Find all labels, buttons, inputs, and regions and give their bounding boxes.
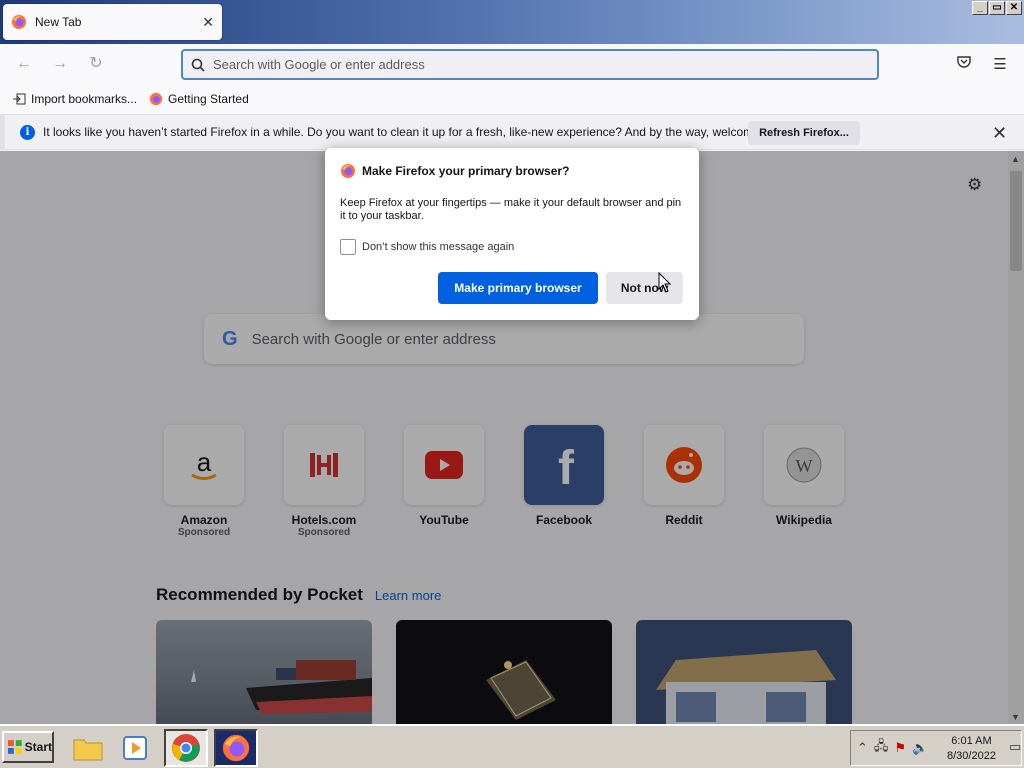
close-window-button[interactable]: ✕	[1006, 1, 1022, 15]
info-icon: i	[20, 125, 35, 140]
back-arrow-icon[interactable]: ←	[13, 54, 35, 76]
notification-message: It looks like you haven’t started Firefo…	[43, 125, 792, 139]
dont-show-checkbox[interactable]	[340, 239, 356, 255]
action-center-icon[interactable]: ⚑	[894, 740, 906, 756]
dialog-buttons: Make primary browser Not now	[438, 272, 683, 304]
make-primary-browser-button[interactable]: Make primary browser	[438, 272, 598, 304]
firefox-icon	[12, 15, 26, 29]
start-button[interactable]: Start	[2, 731, 54, 763]
tab-title: New Tab	[35, 15, 82, 29]
navigation-toolbar: ← → ↻ ☰	[0, 44, 1024, 84]
clock-time: 6:01 AM	[951, 735, 992, 747]
search-icon	[191, 58, 205, 72]
window-controls: _ ▭ ✕	[972, 1, 1022, 15]
dialog-body: Keep Firefox at your fingertips — make i…	[340, 197, 682, 222]
refresh-notification-bar: i It looks like you haven’t started Fire…	[0, 114, 1024, 150]
title-bar: New Tab ✕ _ ▭ ✕	[0, 0, 1024, 44]
minimize-button[interactable]: _	[972, 1, 988, 15]
reload-icon[interactable]: ↻	[85, 54, 107, 76]
bookmarks-toolbar: Import bookmarks... Getting Started	[0, 84, 1024, 114]
windows-logo-icon	[7, 740, 22, 754]
default-browser-dialog: Make Firefox your primary browser? Keep …	[325, 148, 699, 320]
show-hidden-icons-icon[interactable]: ⌃	[857, 740, 868, 756]
network-icon[interactable]: 🖧	[874, 737, 889, 759]
clock[interactable]: 6:01 AM 8/30/2022	[947, 734, 996, 764]
tab-close-icon[interactable]: ✕	[202, 14, 214, 31]
hamburger-menu-icon[interactable]: ☰	[989, 54, 1011, 76]
bookmark-import[interactable]: Import bookmarks...	[12, 92, 137, 106]
import-icon	[13, 93, 26, 105]
volume-icon[interactable]: 🔈	[912, 740, 928, 756]
media-player-icon[interactable]	[113, 729, 157, 767]
tab-new-tab[interactable]: New Tab ✕	[3, 4, 222, 40]
close-icon[interactable]: ✕	[992, 123, 1007, 144]
firefox-taskbar-icon[interactable]	[214, 729, 258, 767]
bookmark-label: Import bookmarks...	[31, 92, 138, 106]
clock-date: 8/30/2022	[947, 750, 996, 762]
bookmark-label: Getting Started	[168, 92, 249, 106]
bookmark-getting-started[interactable]: Getting Started	[149, 92, 249, 106]
address-bar[interactable]	[181, 49, 879, 80]
chrome-icon[interactable]	[164, 729, 208, 767]
notification-accent	[0, 115, 5, 149]
dialog-title: Make Firefox your primary browser?	[362, 164, 570, 178]
mouse-cursor-icon	[658, 272, 672, 293]
address-input[interactable]	[213, 57, 813, 72]
checkbox-label: Don’t show this message again	[362, 241, 515, 253]
forward-arrow-icon[interactable]: →	[49, 54, 71, 76]
dont-show-again[interactable]: Don’t show this message again	[340, 239, 684, 255]
dialog-header: Make Firefox your primary browser?	[340, 163, 684, 179]
system-tray: ⌃ 🖧 ⚑ 🔈 6:01 AM 8/30/2022 ▭	[850, 730, 1022, 766]
start-label: Start	[24, 740, 52, 754]
taskbar: Start ⌃ 🖧 ⚑ 🔈 6:01 AM 8/30/2022 ▭	[0, 724, 1024, 768]
pocket-icon[interactable]	[953, 54, 975, 76]
firefox-icon	[341, 164, 355, 178]
file-explorer-icon[interactable]	[66, 729, 110, 767]
show-desktop-icon[interactable]: ▭	[1009, 739, 1021, 755]
refresh-firefox-button[interactable]: Refresh Firefox...	[748, 121, 860, 145]
maximize-button[interactable]: ▭	[989, 1, 1005, 15]
firefox-icon	[149, 92, 163, 106]
